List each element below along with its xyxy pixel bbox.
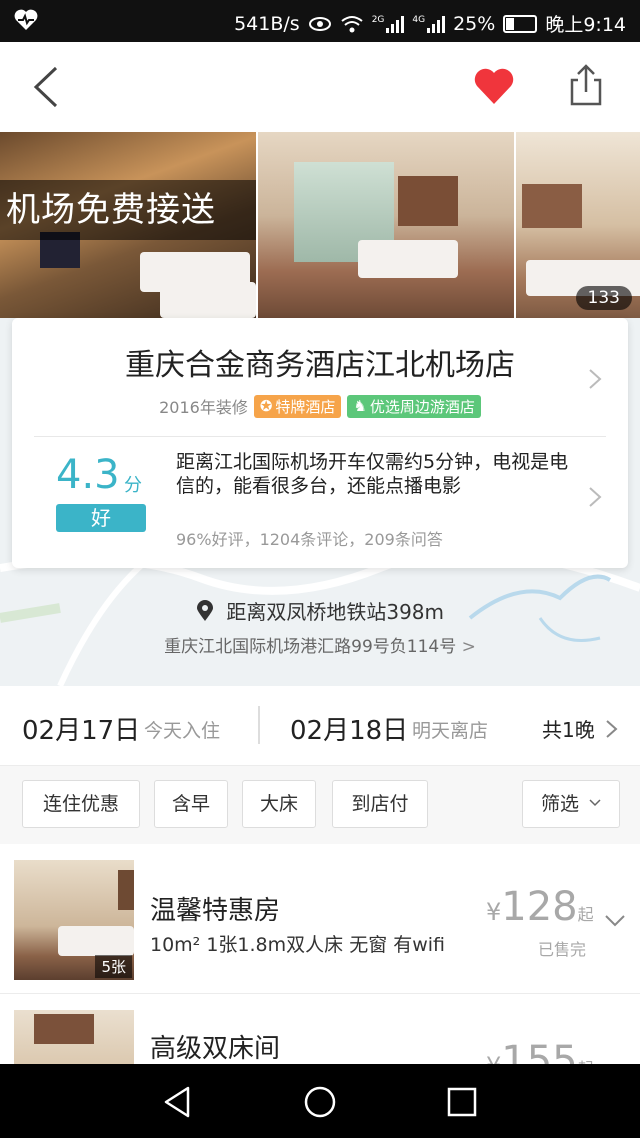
room-name: 高级双床间	[150, 1034, 281, 1064]
filter-button[interactable]: 筛选	[522, 780, 620, 828]
hotel-photo[interactable]: 133	[516, 132, 640, 318]
heart-icon	[474, 68, 514, 104]
date-selector[interactable]: 02月17日 今天入住 02月18日 明天离店 共1晚	[0, 686, 640, 766]
network-speed: 541B/s	[234, 12, 300, 35]
filter-chip-breakfast[interactable]: 含早	[154, 780, 228, 828]
room-thumbnail[interactable]	[14, 1010, 134, 1064]
eye-icon	[308, 16, 331, 31]
battery-percent: 25%	[453, 12, 496, 35]
nav-home-icon[interactable]	[300, 1082, 340, 1122]
chevron-down-icon[interactable]	[604, 914, 626, 928]
chevron-down-icon	[589, 799, 601, 807]
camel-icon: ♞	[353, 397, 367, 415]
chevron-left-icon	[33, 66, 58, 108]
filter-chip-big-bed[interactable]: 大床	[242, 780, 316, 828]
photo-count-badge: 133	[575, 286, 632, 310]
nav-back-icon[interactable]	[158, 1082, 198, 1122]
chevron-right-icon: >	[461, 637, 476, 657]
rating-score: 4.3	[56, 452, 120, 498]
rating-tag: 好	[56, 504, 146, 532]
room-item[interactable]: 高级双床间 ¥155起	[0, 994, 640, 1064]
filter-chip-pay-at-hotel[interactable]: 到店付	[332, 780, 428, 828]
review-stats: 96%好评，1204条评论，209条问答	[176, 530, 443, 549]
filter-chip-stay-discount[interactable]: 连住优惠	[22, 780, 140, 828]
hotel-address[interactable]: 重庆江北国际机场港汇路99号负114号 >	[0, 632, 640, 657]
promo-banner: 机场免费接送	[0, 180, 256, 240]
share-button[interactable]	[566, 62, 606, 108]
hotel-info-card: 重庆合金商务酒店江北机场店 2016年装修 ✪ 特牌酒店 ♞ 优选周边游酒店 4…	[12, 318, 628, 568]
checkin-label: 今天入住	[144, 720, 221, 742]
share-icon	[570, 64, 602, 106]
system-nav-bar	[0, 1064, 640, 1138]
location-pin-icon	[196, 600, 213, 621]
signal-4g-icon: 4G	[412, 15, 446, 33]
divider	[34, 436, 606, 437]
room-item[interactable]: 5张 温馨特惠房 10m² 1张1.8m双人床 无窗 有wifi ¥128起 已…	[0, 844, 640, 994]
favorite-button[interactable]	[472, 66, 516, 106]
wifi-icon	[341, 15, 363, 32]
rating-unit: 分	[124, 475, 142, 496]
hotel-name[interactable]: 重庆合金商务酒店江北机场店	[12, 340, 628, 384]
battery-icon	[503, 14, 538, 33]
hotel-meta: 2016年装修 ✪ 特牌酒店 ♞ 优选周边游酒店	[12, 394, 628, 418]
room-price: ¥128起	[486, 884, 594, 930]
photo-gallery[interactable]: 机场免费接送 133	[0, 132, 640, 318]
clock: 晚上9:14	[545, 14, 626, 36]
back-button[interactable]	[28, 64, 68, 110]
featured-badge: ✪ 特牌酒店	[253, 394, 342, 418]
signal-2g-icon: 2G	[372, 15, 405, 33]
checkin-date[interactable]: 02月17日	[22, 710, 140, 747]
crown-icon: ✪	[259, 397, 273, 415]
room-photo-count: 5张	[95, 955, 132, 978]
tour-badge: ♞ 优选周边游酒店	[347, 394, 481, 418]
chevron-right-icon[interactable]	[588, 368, 602, 390]
chevron-right-icon	[606, 720, 618, 738]
divider	[258, 706, 260, 744]
renovation-year: 2016年装修	[159, 398, 248, 417]
checkout-date[interactable]: 02月18日	[290, 710, 408, 747]
room-thumbnail[interactable]: 5张	[14, 860, 134, 980]
room-name: 温馨特惠房	[150, 896, 281, 926]
metro-distance: 距离双凤桥地铁站398m	[0, 596, 640, 625]
top-nav	[0, 42, 640, 132]
nights-count[interactable]: 共1晚	[542, 714, 619, 743]
room-list: 5张 温馨特惠房 10m² 1张1.8m双人床 无窗 有wifi ¥128起 已…	[0, 844, 640, 1064]
room-price: ¥155起	[486, 1038, 594, 1064]
filter-bar: 连住优惠 含早 大床 到店付 筛选	[0, 766, 640, 844]
nav-recents-icon[interactable]	[442, 1082, 482, 1122]
hotel-photo[interactable]: 机场免费接送	[0, 132, 256, 318]
status-bar: 541B/s 2G 4G 25% 晚上9:14	[0, 0, 640, 42]
hotel-photo[interactable]	[258, 132, 514, 318]
chevron-right-icon	[589, 487, 602, 507]
room-description: 10m² 1张1.8m双人床 无窗 有wifi	[150, 934, 446, 956]
sold-out-label: 已售完	[538, 940, 587, 959]
review-excerpt: 距离江北国际机场开车仅需约5分钟，电视是电信的，能看很多台，还能点播电影	[176, 451, 569, 497]
checkout-label: 明天离店	[412, 720, 489, 742]
health-icon	[14, 9, 38, 36]
